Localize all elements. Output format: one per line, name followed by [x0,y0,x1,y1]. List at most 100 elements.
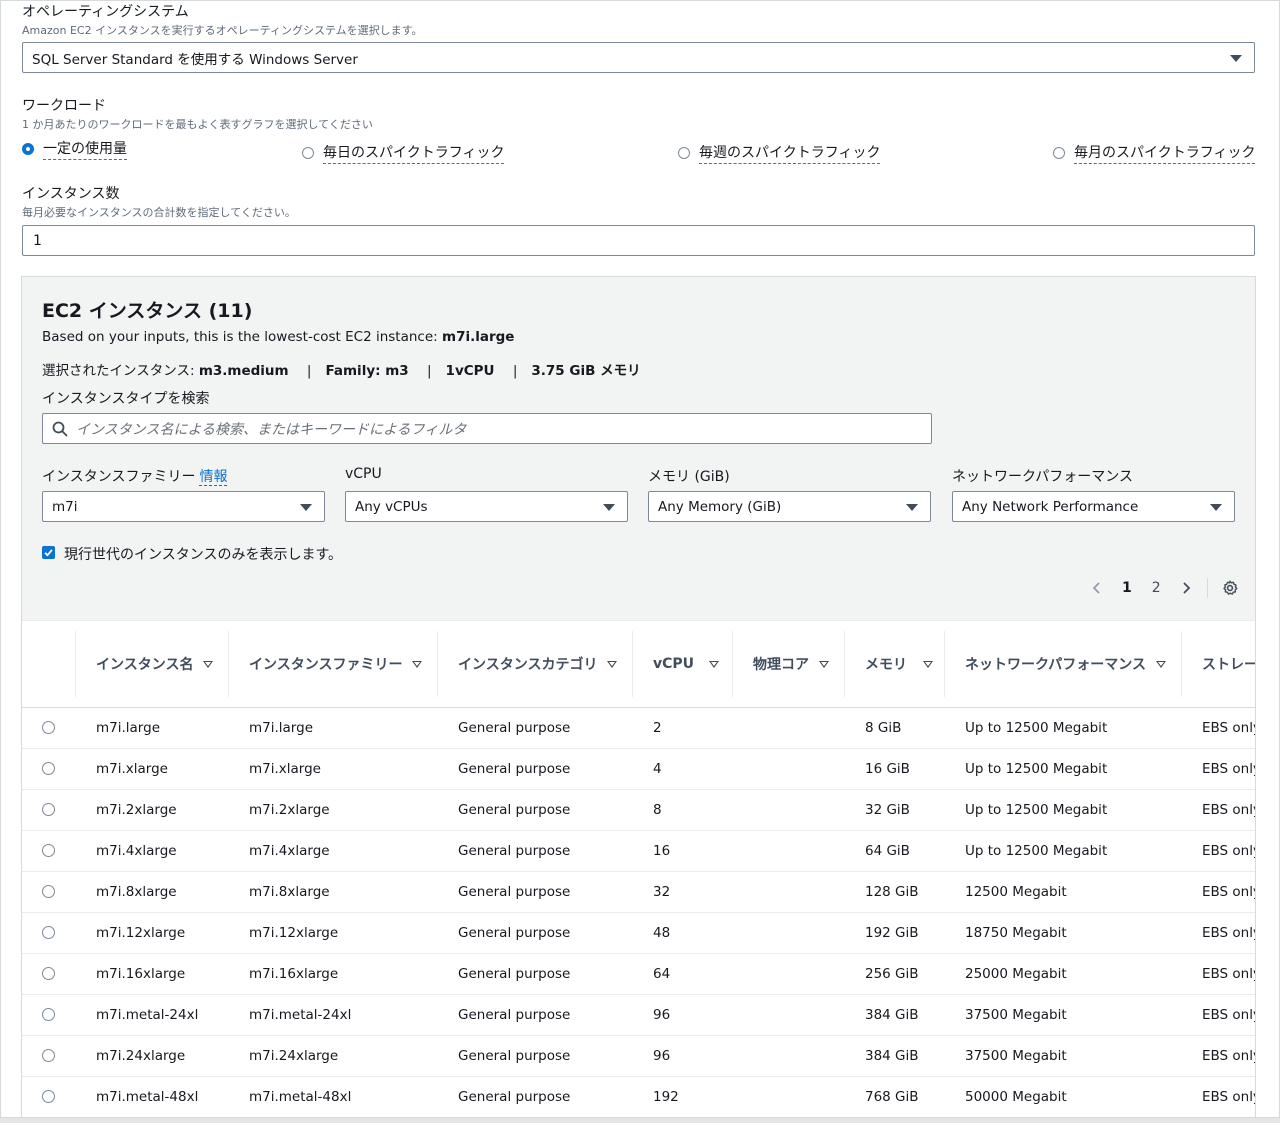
os-select-value: SQL Server Standard を使用する Windows Server [32,51,358,68]
column-header-memory[interactable]: メモリ [865,621,933,707]
page-2-button[interactable]: 2 [1152,580,1161,596]
cell-instance-name: m7i.2xlarge [96,802,177,818]
lowest-cost-value: m7i.large [442,329,515,345]
cell-instance-family: m7i.2xlarge [249,802,330,818]
memory-filter-select[interactable]: Any Memory (GiB) [648,491,931,522]
memory-filter-label: メモリ (GiB) [648,469,730,485]
radio-selected-icon[interactable] [22,143,34,155]
network-filter-value: Any Network Performance [962,498,1139,515]
cell-memory: 32 GiB [865,802,910,818]
column-header-physical-cores[interactable]: 物理コア [753,621,829,707]
family-filter-text: インスタンスファミリー [42,469,196,485]
row-select-radio[interactable] [42,762,55,775]
cell-vcpu: 96 [653,1007,671,1023]
os-description: Amazon EC2 インスタンスを実行するオペレーティングシステムを選択します… [22,24,423,37]
table-row[interactable]: m7i.24xlarge m7i.24xlarge General purpose 9… [22,1036,1255,1077]
cell-instance-category: General purpose [458,966,571,982]
caret-down-icon [603,503,615,511]
workload-option-monthly[interactable]: 毎月のスパイクトラフィック [1053,142,1256,164]
workload-option-label: 毎日のスパイクトラフィック [323,142,505,164]
search-input[interactable]: インスタンス名による検索、またはキーワードによるフィルタ [42,413,932,444]
column-header-instance-name[interactable]: インスタンス名 [96,621,214,707]
cell-instance-category: General purpose [458,843,571,859]
pager-divider [1206,578,1208,598]
current-gen-checkbox[interactable] [42,546,55,559]
cell-memory: 384 GiB [865,1007,919,1023]
cell-network-performance: 50000 Megabit [965,1089,1067,1105]
column-header-label: インスタンスカテゴリ [458,657,598,673]
cell-memory: 192 GiB [865,925,919,941]
gear-icon[interactable] [1222,580,1238,596]
table-row[interactable]: m7i.large m7i.large General purpose 2 8 GiB U… [22,708,1255,749]
table-row[interactable]: m7i.2xlarge m7i.2xlarge General purpose 8 32… [22,790,1256,831]
network-filter-select[interactable]: Any Network Performance [952,491,1235,522]
table-row[interactable]: m7i.16xlarge m7i.16xlarge General purpose 6… [22,954,1255,995]
radio-icon[interactable] [302,147,314,159]
cell-vcpu: 96 [653,1048,671,1064]
column-header-storage[interactable]: ストレー [1202,621,1255,707]
vcpu-filter-label: vCPU [345,466,382,482]
chevron-left-icon[interactable] [1092,581,1102,595]
cell-instance-category: General purpose [458,802,571,818]
row-select-radio[interactable] [42,926,55,939]
radio-icon[interactable] [678,147,690,159]
cell-storage: EBS only [1202,802,1256,818]
cell-instance-family: m7i.16xlarge [249,966,339,982]
vcpu-filter-select[interactable]: Any vCPUs [345,491,628,522]
instance-count-description: 毎月必要なインスタンスの合計数を指定してください。 [22,206,296,219]
workload-option-weekly[interactable]: 毎週のスパイクトラフィック [678,142,881,164]
separator: | [512,363,518,379]
cell-instance-family: m7i.8xlarge [249,884,330,900]
row-select-radio[interactable] [42,885,55,898]
cell-instance-category: General purpose [458,1048,571,1064]
info-link[interactable]: 情報 [199,469,228,486]
column-header-label: メモリ [865,657,907,673]
cell-instance-name: m7i.xlarge [96,761,168,777]
row-select-radio[interactable] [42,1008,55,1021]
os-label: オペレーティングシステム [22,4,189,20]
table-row[interactable]: m7i.4xlarge m7i.4xlarge General purpose 16 6… [22,831,1255,872]
instance-count-input[interactable]: 1 [22,225,1255,256]
column-header-label: ネットワークパフォーマンス [965,657,1147,673]
cell-vcpu: 32 [653,884,671,900]
instances-table: インスタンス名 インスタンスファミリー インスタンスカテゴリ vCPU 物理コア… [22,620,1256,1118]
cell-instance-family: m7i.xlarge [249,761,321,777]
cell-memory: 384 GiB [865,1048,919,1064]
chevron-right-icon[interactable] [1181,581,1191,595]
row-select-radio[interactable] [42,1049,55,1062]
family-filter-select[interactable]: m7i [42,491,325,522]
cell-vcpu: 192 [653,1089,679,1105]
column-divider [437,631,438,697]
column-header-vcpu[interactable]: vCPU [653,621,719,707]
radio-icon[interactable] [1053,147,1065,159]
selected-prefix: 選択されたインスタンス: [42,363,199,379]
sort-icon [203,660,214,668]
row-select-radio[interactable] [42,803,55,816]
column-header-instance-family[interactable]: インスタンスファミリー [249,621,423,707]
workload-option-constant[interactable]: 一定の使用量 [22,138,127,160]
page-1-button[interactable]: 1 [1122,580,1132,596]
cell-storage: EBS only [1202,1089,1256,1105]
cell-instance-name: m7i.metal-48xl [96,1089,199,1105]
row-select-radio[interactable] [42,1090,55,1103]
sort-icon [412,660,423,668]
row-select-radio[interactable] [42,721,55,734]
table-row[interactable]: m7i.12xlarge m7i.12xlarge General purpose 4… [22,913,1255,954]
table-row[interactable]: m7i.metal-24xl m7i.metal-24xl General purp… [22,995,1256,1036]
caret-down-icon [300,503,312,511]
column-header-instance-category[interactable]: インスタンスカテゴリ [458,621,618,707]
cell-instance-family: m7i.large [249,720,313,736]
table-row[interactable]: m7i.metal-48xl m7i.metal-48xl General purp… [22,1077,1256,1118]
cell-network-performance: 37500 Megabit [965,1007,1067,1023]
table-row[interactable]: m7i.xlarge m7i.xlarge General purpose 4 16 G… [22,749,1255,790]
table-row[interactable]: m7i.8xlarge m7i.8xlarge General purpose 32 1… [22,872,1255,913]
row-select-radio[interactable] [42,967,55,980]
cell-instance-name: m7i.large [96,720,160,736]
column-header-network-performance[interactable]: ネットワークパフォーマンス [965,621,1167,707]
cell-instance-name: m7i.4xlarge [96,843,177,859]
workload-option-daily[interactable]: 毎日のスパイクトラフィック [302,142,505,164]
os-select[interactable]: SQL Server Standard を使用する Windows Server [22,42,1255,73]
cell-memory: 64 GiB [865,843,910,859]
row-select-radio[interactable] [42,844,55,857]
cell-storage: EBS only [1202,1007,1256,1023]
